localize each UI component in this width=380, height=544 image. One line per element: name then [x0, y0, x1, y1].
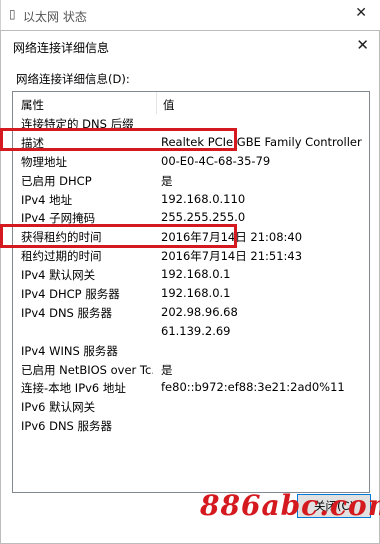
column-header-value[interactable]: 值 — [163, 97, 175, 113]
details-dialog: 网络连接详细信息 ✕ 网络连接详细信息(D): 属性 值 连接特定的 DNS 后… — [0, 30, 380, 544]
list-row[interactable]: 已启用 DHCP 是 — [13, 171, 369, 190]
row-value: 61.139.2.69 — [161, 323, 231, 338]
row-property: IPv4 WINS 服务器 — [21, 343, 118, 358]
list-row[interactable]: 租约过期的时间 2016年7月14日 21:51:43 — [13, 246, 369, 265]
details-listview[interactable]: 属性 值 连接特定的 DNS 后缀 描述 Realtek PCIe GBE Fam… — [12, 91, 370, 493]
row-value: fe80::b972:ef88:3e21:2ad0%11 — [161, 380, 345, 395]
list-rows: 连接特定的 DNS 后缀 描述 Realtek PCIe GBE Family C… — [13, 114, 369, 435]
row-value: 00-E0-4C-68-35-79 — [161, 153, 271, 168]
network-adapter-icon: ▯ — [9, 7, 16, 21]
list-row[interactable]: IPv4 DNS 服务器 202.98.96.68 — [13, 303, 369, 322]
column-header-property[interactable]: 属性 — [21, 97, 44, 113]
row-property: 物理地址 — [21, 154, 67, 169]
dialog-titlebar: 网络连接详细信息 ✕ — [1, 31, 379, 61]
list-row[interactable]: IPv6 DNS 服务器 — [13, 416, 369, 435]
list-row[interactable]: IPv4 DHCP 服务器 192.168.0.1 — [13, 284, 369, 303]
row-value: 255.255.255.0 — [161, 210, 246, 225]
row-value: 是 — [161, 173, 173, 188]
list-row[interactable]: IPv4 默认网关 192.168.0.1 — [13, 265, 369, 284]
row-property: IPv4 DNS 服务器 — [21, 305, 113, 320]
list-row[interactable]: 已启用 NetBIOS over Tc... 是 — [13, 360, 369, 379]
row-value: 202.98.96.68 — [161, 304, 238, 319]
row-property: IPv4 默认网关 — [21, 268, 96, 283]
site-watermark: 886abc.com — [200, 489, 380, 522]
details-section-label: 网络连接详细信息(D): — [16, 72, 130, 86]
row-property: IPv4 地址 — [21, 192, 73, 207]
row-property: 租约过期的时间 — [21, 249, 102, 264]
list-header: 属性 值 — [13, 92, 369, 114]
row-property: 已启用 DHCP — [21, 173, 92, 188]
ipv4-address-highlight — [0, 128, 237, 151]
row-value: 192.168.0.1 — [161, 286, 231, 301]
row-property: 连接-本地 IPv6 地址 — [21, 381, 126, 396]
list-row[interactable]: 物理地址 00-E0-4C-68-35-79 — [13, 152, 369, 171]
background-close-icon[interactable]: ✕ — [355, 5, 367, 21]
list-row[interactable]: 61.139.2.69 — [13, 322, 369, 341]
row-property: IPv6 DNS 服务器 — [21, 419, 113, 434]
list-row[interactable]: 连接-本地 IPv6 地址 fe80::b972:ef88:3e21:2ad0%1… — [13, 378, 369, 397]
row-value: 是 — [161, 362, 173, 377]
list-row[interactable]: IPv4 地址 192.168.0.110 — [13, 190, 369, 209]
dialog-title: 网络连接详细信息 — [13, 41, 110, 55]
row-value: 2016年7月14日 21:51:43 — [161, 249, 303, 264]
row-value: 192.168.0.110 — [161, 191, 246, 206]
row-property: IPv4 DHCP 服务器 — [21, 287, 120, 302]
row-property: 已启用 NetBIOS over Tc... — [21, 362, 153, 377]
background-titlebar: ▯ 以太网 状态 ✕ — [1, 0, 380, 30]
list-row[interactable]: IPv4 WINS 服务器 — [13, 341, 369, 360]
background-window-title: 以太网 状态 — [23, 10, 87, 24]
default-gateway-highlight — [0, 224, 237, 248]
column-divider[interactable] — [156, 92, 157, 114]
dialog-close-icon[interactable]: ✕ — [356, 36, 369, 54]
list-row[interactable]: IPv6 默认网关 — [13, 397, 369, 416]
row-value: 192.168.0.1 — [161, 267, 231, 282]
row-property: IPv6 默认网关 — [21, 400, 96, 415]
